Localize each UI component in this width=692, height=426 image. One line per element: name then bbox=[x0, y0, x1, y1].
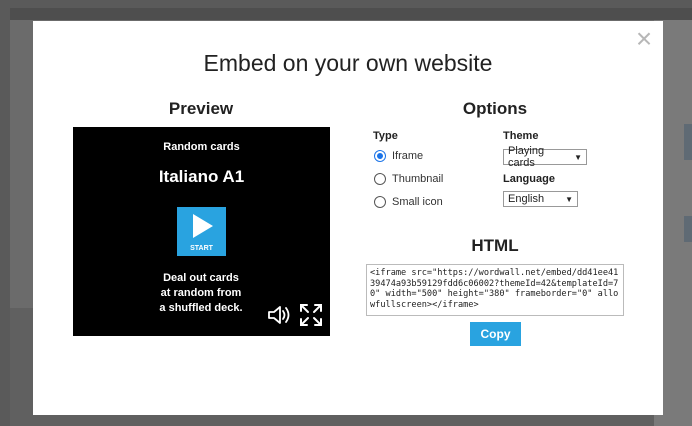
preview-description-line: at random from bbox=[160, 287, 242, 299]
copy-button[interactable]: Copy bbox=[470, 322, 521, 346]
background-panel-block bbox=[684, 216, 692, 242]
start-button[interactable]: START bbox=[177, 207, 226, 256]
theme-select-value: Playing cards bbox=[508, 145, 545, 169]
language-select-value: English bbox=[508, 193, 545, 205]
theme-label: Theme bbox=[503, 130, 539, 142]
preview-heading: Preview bbox=[168, 99, 234, 118]
options-heading: Options bbox=[462, 99, 528, 118]
preview-description-line: a shuffled deck. bbox=[159, 302, 243, 314]
volume-icon[interactable] bbox=[267, 304, 291, 326]
type-option-iframe[interactable]: Iframe bbox=[374, 150, 423, 162]
type-option-thumbnail[interactable]: Thumbnail bbox=[374, 173, 443, 185]
language-select[interactable]: English ▼ bbox=[503, 191, 578, 207]
chevron-down-icon: ▼ bbox=[565, 194, 573, 204]
language-label: Language bbox=[503, 173, 555, 185]
preview-activity-title: Italiano A1 bbox=[158, 167, 245, 186]
radio-icon[interactable] bbox=[374, 196, 386, 208]
fullscreen-icon[interactable] bbox=[299, 303, 323, 327]
close-icon[interactable]: × bbox=[633, 25, 655, 53]
background-panel-block bbox=[684, 124, 692, 160]
chevron-down-icon: ▼ bbox=[574, 152, 582, 162]
type-label: Type bbox=[373, 130, 398, 142]
modal-title: Embed on your own website bbox=[203, 50, 493, 76]
radio-icon[interactable] bbox=[374, 173, 386, 185]
embed-code-textarea[interactable]: <iframe src="https://wordwall.net/embed/… bbox=[366, 264, 624, 316]
type-option-label: Iframe bbox=[392, 150, 424, 162]
preview-subtitle: Random cards bbox=[163, 141, 240, 153]
type-option-label: Small icon bbox=[392, 196, 443, 208]
play-icon bbox=[193, 214, 213, 238]
preview-frame[interactable]: Random cards Italiano A1 START Deal out … bbox=[73, 127, 330, 336]
preview-controls bbox=[267, 303, 323, 327]
html-heading: HTML bbox=[471, 236, 519, 255]
start-label: START bbox=[190, 245, 213, 252]
type-option-small-icon[interactable]: Small icon bbox=[374, 196, 443, 208]
background-topbar bbox=[10, 8, 692, 20]
preview-description-line: Deal out cards bbox=[163, 272, 239, 284]
embed-modal: × Embed on your own website Preview Rand… bbox=[33, 21, 663, 415]
theme-select[interactable]: Playing cards ▼ bbox=[503, 145, 587, 169]
radio-selected-icon[interactable] bbox=[374, 150, 386, 162]
type-option-label: Thumbnail bbox=[392, 173, 444, 185]
preview-description: Deal out cards at random from a shuffled… bbox=[141, 271, 261, 316]
